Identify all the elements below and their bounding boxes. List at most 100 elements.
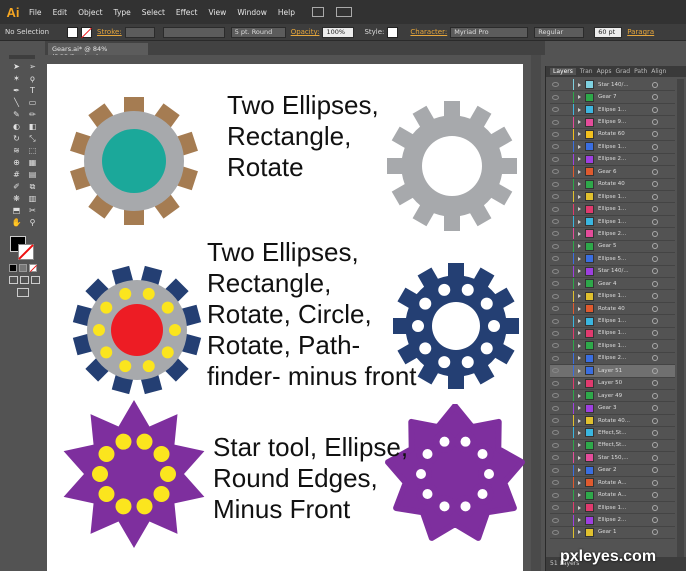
lock-toggle-icon[interactable] xyxy=(563,156,569,162)
lock-toggle-icon[interactable] xyxy=(563,119,569,125)
slice-tool-icon[interactable]: ✂ xyxy=(27,206,38,216)
panel-tab-grad[interactable]: Grad xyxy=(615,68,630,75)
expand-triangle-icon[interactable] xyxy=(578,430,581,435)
width-tool-icon[interactable]: ≋ xyxy=(11,146,22,156)
expand-triangle-icon[interactable] xyxy=(578,505,581,510)
layer-row[interactable]: Gear 2 xyxy=(550,464,675,477)
expand-triangle-icon[interactable] xyxy=(578,418,581,423)
layer-row[interactable]: Ellipse 2... xyxy=(550,352,675,366)
target-circle-icon[interactable] xyxy=(652,380,658,387)
target-circle-icon[interactable] xyxy=(652,156,658,163)
lock-toggle-icon[interactable] xyxy=(563,505,569,511)
visibility-eye-icon[interactable] xyxy=(552,206,559,212)
lock-toggle-icon[interactable] xyxy=(563,455,569,461)
expand-triangle-icon[interactable] xyxy=(578,306,581,311)
scale-tool-icon[interactable]: ⤡ xyxy=(27,134,38,144)
target-circle-icon[interactable] xyxy=(652,342,658,349)
visibility-eye-icon[interactable] xyxy=(552,529,559,535)
rectangle-tool-icon[interactable]: ▭ xyxy=(27,98,38,108)
layer-row[interactable]: Gear 7 xyxy=(550,91,675,104)
expand-triangle-icon[interactable] xyxy=(578,518,581,523)
layer-row[interactable]: Rotate A... xyxy=(550,489,675,502)
lock-toggle-icon[interactable] xyxy=(563,82,569,88)
visibility-eye-icon[interactable] xyxy=(552,156,559,162)
expand-triangle-icon[interactable] xyxy=(578,207,581,212)
expand-triangle-icon[interactable] xyxy=(578,219,581,224)
visibility-eye-icon[interactable] xyxy=(552,368,559,374)
target-circle-icon[interactable] xyxy=(652,330,658,337)
lock-toggle-icon[interactable] xyxy=(563,306,569,312)
shape-builder-icon[interactable]: ⊕ xyxy=(11,158,22,168)
visibility-eye-icon[interactable] xyxy=(552,256,559,262)
layer-row[interactable]: Star 140/... xyxy=(550,265,675,278)
lock-toggle-icon[interactable] xyxy=(563,318,569,324)
expand-triangle-icon[interactable] xyxy=(578,331,581,336)
expand-triangle-icon[interactable] xyxy=(578,455,581,460)
layer-row[interactable]: Ellipse 1... xyxy=(550,502,675,515)
target-circle-icon[interactable] xyxy=(652,492,658,499)
lock-toggle-icon[interactable] xyxy=(563,517,569,523)
stroke-link[interactable]: Stroke: xyxy=(97,28,122,36)
visibility-eye-icon[interactable] xyxy=(552,505,559,511)
character-link[interactable]: Character: xyxy=(410,28,447,36)
target-circle-icon[interactable] xyxy=(652,94,658,101)
expand-triangle-icon[interactable] xyxy=(578,107,581,112)
target-circle-icon[interactable] xyxy=(652,355,658,362)
lock-toggle-icon[interactable] xyxy=(563,131,569,137)
layer-row[interactable]: Ellipse 2... xyxy=(550,514,675,527)
layer-row[interactable]: Ellipse 1... xyxy=(550,104,675,117)
lock-toggle-icon[interactable] xyxy=(563,256,569,262)
visibility-eye-icon[interactable] xyxy=(552,405,559,411)
target-circle-icon[interactable] xyxy=(652,417,658,424)
visibility-eye-icon[interactable] xyxy=(552,82,559,88)
target-circle-icon[interactable] xyxy=(652,479,658,486)
expand-triangle-icon[interactable] xyxy=(578,157,581,162)
visibility-eye-icon[interactable] xyxy=(552,330,559,336)
lock-toggle-icon[interactable] xyxy=(563,529,569,535)
expand-triangle-icon[interactable] xyxy=(578,480,581,485)
lock-toggle-icon[interactable] xyxy=(563,281,569,287)
graph-tool-icon[interactable]: ▥ xyxy=(27,194,38,204)
symbol-sprayer-icon[interactable]: ❋ xyxy=(11,194,22,204)
menu-window[interactable]: Window xyxy=(237,8,267,17)
layer-row[interactable]: Layer 51 xyxy=(550,365,675,378)
lock-toggle-icon[interactable] xyxy=(563,181,569,187)
visibility-eye-icon[interactable] xyxy=(552,94,559,100)
selection-tool-icon[interactable]: ➤ xyxy=(11,62,22,72)
visibility-eye-icon[interactable] xyxy=(552,480,559,486)
layer-row[interactable]: Ellipse 1... xyxy=(550,340,675,353)
panel-tab-align[interactable]: Align xyxy=(651,68,666,75)
visibility-eye-icon[interactable] xyxy=(552,169,559,175)
layer-row[interactable]: Gear 4 xyxy=(550,278,675,291)
target-circle-icon[interactable] xyxy=(652,517,658,524)
expand-triangle-icon[interactable] xyxy=(578,343,581,348)
lock-toggle-icon[interactable] xyxy=(563,343,569,349)
target-circle-icon[interactable] xyxy=(652,206,658,213)
expand-triangle-icon[interactable] xyxy=(578,406,581,411)
layer-row[interactable]: Ellipse 1... xyxy=(550,327,675,341)
expand-triangle-icon[interactable] xyxy=(578,493,581,498)
menu-edit[interactable]: Edit xyxy=(53,8,68,17)
layer-row[interactable]: Gear 5 xyxy=(550,240,675,254)
expand-triangle-icon[interactable] xyxy=(578,194,581,199)
expand-triangle-icon[interactable] xyxy=(578,319,581,324)
fill-swatch[interactable] xyxy=(67,26,79,38)
lock-toggle-icon[interactable] xyxy=(563,194,569,200)
lock-toggle-icon[interactable] xyxy=(563,231,569,237)
target-circle-icon[interactable] xyxy=(652,230,658,237)
rotate-tool-icon[interactable]: ↻ xyxy=(11,134,22,144)
stroke-color-box[interactable] xyxy=(18,244,34,260)
lock-toggle-icon[interactable] xyxy=(563,480,569,486)
panel-tab-layers[interactable]: Layers xyxy=(550,68,576,75)
visibility-eye-icon[interactable] xyxy=(552,455,559,461)
panel-tab-tran[interactable]: Tran xyxy=(580,68,593,75)
draw-behind-icon[interactable] xyxy=(20,276,29,284)
visibility-eye-icon[interactable] xyxy=(552,430,559,436)
target-circle-icon[interactable] xyxy=(652,268,658,275)
lock-toggle-icon[interactable] xyxy=(563,107,569,113)
visibility-eye-icon[interactable] xyxy=(552,517,559,523)
lock-toggle-icon[interactable] xyxy=(563,405,569,411)
layer-row[interactable]: Effect,St... xyxy=(550,427,675,440)
stroke-swatch[interactable] xyxy=(81,26,93,38)
target-circle-icon[interactable] xyxy=(652,392,658,399)
